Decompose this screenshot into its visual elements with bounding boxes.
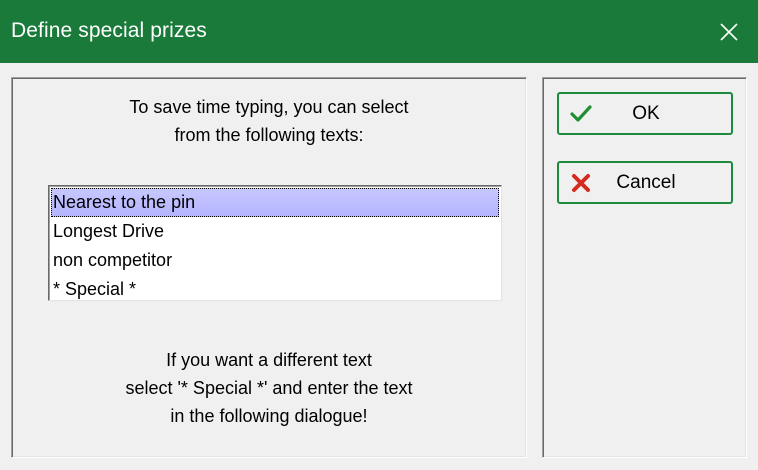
checkmark-icon xyxy=(569,102,593,126)
x-icon xyxy=(569,171,593,195)
cancel-button-label: Cancel xyxy=(616,171,676,193)
instruction-bottom-line-1: If you want a different text xyxy=(166,350,372,370)
window-title: Define special prizes xyxy=(11,19,207,42)
instruction-top: To save time typing, you can select from… xyxy=(12,93,526,149)
list-item-nearest-to-the-pin[interactable]: Nearest to the pin xyxy=(51,188,499,217)
close-icon xyxy=(720,22,738,41)
options-panel: To save time typing, you can select from… xyxy=(11,77,527,458)
instruction-bottom: If you want a different text select '* S… xyxy=(12,346,526,430)
list-item-non-competitor[interactable]: non competitor xyxy=(49,246,501,275)
instruction-bottom-line-3: in the following dialogue! xyxy=(170,406,368,426)
ok-button[interactable]: OK xyxy=(557,92,733,135)
instruction-top-line-1: To save time typing, you can select xyxy=(129,97,409,117)
ok-button-label: OK xyxy=(632,102,660,124)
instruction-bottom-line-2: select '* Special *' and enter the text xyxy=(125,378,413,398)
close-button[interactable] xyxy=(700,0,758,63)
cancel-button[interactable]: Cancel xyxy=(557,161,733,204)
list-item-longest-drive[interactable]: Longest Drive xyxy=(49,217,501,246)
prize-text-listbox[interactable]: Nearest to the pin Longest Drive non com… xyxy=(48,185,502,301)
title-bar: Define special prizes xyxy=(0,0,758,63)
instruction-top-line-2: from the following texts: xyxy=(174,125,364,145)
list-item-special[interactable]: * Special * xyxy=(49,275,501,304)
